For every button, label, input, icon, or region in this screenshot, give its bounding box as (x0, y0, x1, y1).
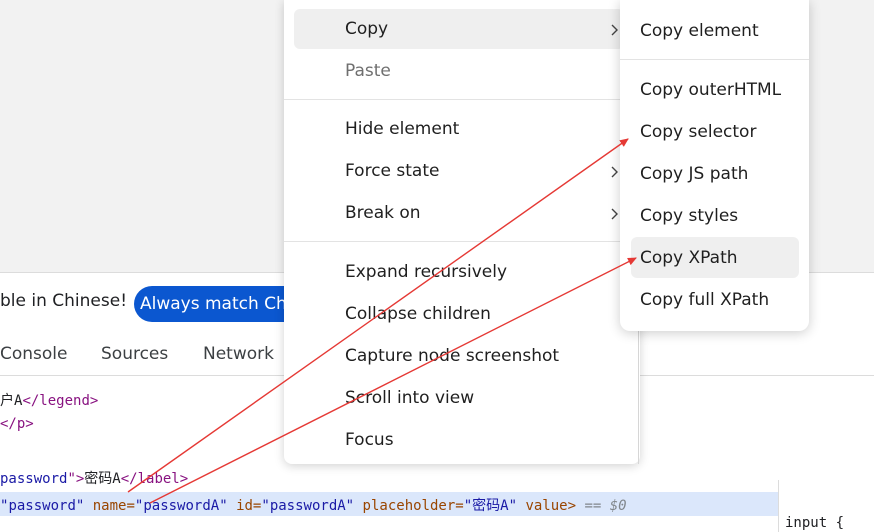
tab-network[interactable]: Network (203, 344, 274, 364)
chevron-right-icon (611, 24, 618, 36)
submenu-item-copy-js-path[interactable]: Copy JS path (640, 164, 748, 184)
chevron-right-icon (611, 208, 618, 220)
code-tag: </p> (0, 416, 34, 432)
submenu-item-copy-outerhtml[interactable]: Copy outerHTML (640, 80, 781, 100)
code-attr-name: placeholder= (362, 498, 464, 514)
menu-item-force-state[interactable]: Force state (345, 161, 439, 181)
code-text: 密码A (84, 471, 121, 487)
translate-message: ble in Chinese! (0, 291, 128, 311)
tab-console[interactable]: Console (0, 344, 68, 364)
code-line-legend[interactable]: 户A</legend> (0, 390, 98, 410)
chevron-right-icon (611, 166, 618, 178)
submenu-item-copy-full-xpath[interactable]: Copy full XPath (640, 290, 769, 310)
code-attr-value: 密码A (472, 498, 509, 514)
submenu-separator (620, 59, 809, 60)
submenu-item-copy-styles[interactable]: Copy styles (640, 206, 738, 226)
menu-item-copy[interactable] (294, 9, 624, 49)
menu-separator (284, 99, 640, 100)
menu-separator (284, 241, 640, 242)
styles-rule[interactable]: input { (785, 515, 844, 531)
menu-item-focus[interactable]: Focus (345, 430, 394, 450)
menu-item-paste[interactable]: Paste (345, 61, 391, 81)
menu-item-hide-element[interactable]: Hide element (345, 119, 459, 139)
code-tag: </legend> (22, 393, 99, 409)
code-attr-name: value> (525, 498, 577, 514)
code-tag: "> (67, 471, 85, 487)
code-attr-value: password (8, 498, 76, 514)
code-line-p[interactable]: </p> (0, 416, 34, 432)
code-line-input[interactable]: "password" name="passwordA" id="password… (0, 495, 627, 515)
menu-item-copy-label: Copy (345, 19, 389, 39)
submenu-item-copy-xpath[interactable]: Copy XPath (640, 248, 738, 268)
code-text: 户A (0, 393, 23, 409)
menu-item-collapse-children[interactable]: Collapse children (345, 304, 491, 324)
code-attr-value: passwordA (269, 498, 346, 514)
submenu-item-copy-selector[interactable]: Copy selector (640, 122, 756, 142)
code-attr-name: id= (236, 498, 262, 514)
submenu-item-copy-element[interactable]: Copy element (640, 21, 759, 41)
selected-node-marker: == $0 (584, 498, 627, 514)
always-match-button[interactable]: Always match Ch (134, 286, 304, 322)
code-attr-value: password (0, 471, 68, 487)
tab-sources[interactable]: Sources (101, 344, 168, 364)
code-tag: </label> (120, 471, 189, 487)
code-attr-name: name= (92, 498, 135, 514)
menu-item-expand-recursively[interactable]: Expand recursively (345, 262, 507, 282)
menu-item-capture-node-screenshot[interactable]: Capture node screenshot (345, 346, 559, 366)
menu-item-break-on[interactable]: Break on (345, 203, 421, 223)
code-attr-value: passwordA (143, 498, 220, 514)
code-line-label[interactable]: password">密码A</label> (0, 468, 188, 488)
menu-item-scroll-into-view[interactable]: Scroll into view (345, 388, 474, 408)
